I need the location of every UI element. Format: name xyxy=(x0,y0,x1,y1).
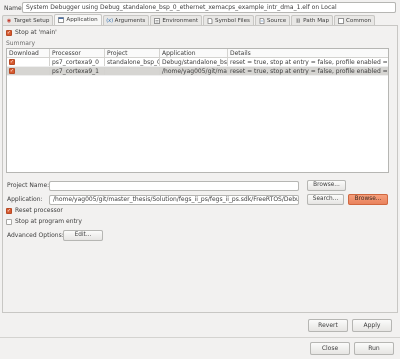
application-browse-button[interactable]: Browse... xyxy=(348,194,388,205)
summary-table: Download Processor Project Application D… xyxy=(6,48,389,173)
tab-label: Source xyxy=(266,17,287,24)
tab-path-map[interactable]: ▥ Path Map xyxy=(291,15,334,25)
stop-at-entry-label: Stop at program entry xyxy=(15,218,82,225)
tab-label: Application xyxy=(66,17,98,23)
project-cell xyxy=(105,67,160,75)
application-search-button[interactable]: Search... xyxy=(307,194,344,205)
tab-arguments[interactable]: (x) Arguments xyxy=(102,15,150,25)
download-cell: ✓ xyxy=(7,58,50,66)
tab-label: Symbol Files xyxy=(215,17,250,24)
application-path-input[interactable]: /home/yag005/git/master_thesis/Solution/… xyxy=(49,195,299,205)
run-button[interactable]: Run xyxy=(354,342,394,355)
tab-environment[interactable]: Environment xyxy=(150,15,203,25)
path-map-icon: ▥ xyxy=(295,17,301,24)
project-name-label: Project Name: xyxy=(7,182,50,189)
project-cell: standalone_bsp_0 xyxy=(107,58,160,66)
common-icon xyxy=(338,17,344,24)
source-icon xyxy=(259,17,265,24)
download-checkbox[interactable]: ✓ xyxy=(9,68,15,74)
tab-label: Target Setup xyxy=(14,17,50,24)
stop-at-entry-checkbox[interactable] xyxy=(6,219,12,225)
project-name-input[interactable] xyxy=(49,181,299,191)
reset-processor-option[interactable]: ✓ Reset processor xyxy=(6,207,63,215)
application-icon xyxy=(58,17,65,23)
column-header-details[interactable]: Details xyxy=(228,49,388,57)
environment-icon xyxy=(154,17,161,24)
tab-label: Path Map xyxy=(303,17,330,24)
advanced-options-label: Advanced Options: xyxy=(7,232,64,239)
apply-button[interactable]: Apply xyxy=(352,319,392,332)
column-header-application[interactable]: Application xyxy=(160,49,228,57)
table-row[interactable]: ✓ ps7_cortexa9_1 /home/yag005/git/maste … xyxy=(7,67,388,76)
tab-source[interactable]: Source xyxy=(254,15,291,25)
summary-label: Summary xyxy=(6,40,35,47)
name-label: Name: xyxy=(4,5,24,12)
application-label: Application: xyxy=(7,196,43,203)
tab-application[interactable]: Application xyxy=(54,14,102,25)
processor-cell: ps7_cortexa9_0 xyxy=(50,58,105,66)
column-header-download[interactable]: Download xyxy=(7,49,50,57)
symbol-files-icon xyxy=(207,17,213,24)
table-header: Download Processor Project Application D… xyxy=(7,49,388,58)
details-cell: reset = true, stop at entry = false, pro… xyxy=(230,59,388,66)
table-row[interactable]: ✓ ps7_cortexa9_0 standalone_bsp_0 Debug/… xyxy=(7,58,388,67)
tab-target-setup[interactable]: ◉ Target Setup xyxy=(2,15,54,25)
tab-bar: ◉ Target Setup Application (x) Arguments… xyxy=(2,14,376,25)
download-cell: ✓ xyxy=(7,67,50,75)
revert-button[interactable]: Revert xyxy=(308,319,348,332)
configuration-name-input[interactable]: System Debugger using Debug_standalone_b… xyxy=(22,2,396,13)
tab-label: Common xyxy=(346,17,372,24)
stop-at-main-checkbox[interactable]: ✓ xyxy=(6,30,12,36)
column-header-processor[interactable]: Processor xyxy=(50,49,105,57)
dialog-separator xyxy=(0,337,400,338)
tab-label: Environment xyxy=(162,17,199,24)
download-checkbox[interactable]: ✓ xyxy=(9,59,15,65)
advanced-edit-button[interactable]: Edit... xyxy=(63,230,103,241)
application-cell: /home/yag005/git/maste xyxy=(162,67,228,75)
stop-at-main-option[interactable]: ✓ Stop at 'main' xyxy=(6,29,57,37)
details-cell: reset = true, stop at entry = false, pro… xyxy=(230,68,388,75)
processor-cell: ps7_cortexa9_1 xyxy=(50,67,105,75)
tab-label: Arguments xyxy=(114,17,146,24)
stop-at-main-label: Stop at 'main' xyxy=(15,29,57,36)
arguments-icon: (x) xyxy=(106,17,114,24)
application-cell: Debug/standalone_bsp_0 xyxy=(162,58,228,66)
reset-processor-checkbox[interactable]: ✓ xyxy=(6,208,12,214)
reset-processor-label: Reset processor xyxy=(15,207,63,214)
stop-at-entry-option[interactable]: Stop at program entry xyxy=(6,218,82,226)
tab-common[interactable]: Common xyxy=(334,15,376,25)
tab-symbol-files[interactable]: Symbol Files xyxy=(203,15,254,25)
close-button[interactable]: Close xyxy=(310,342,350,355)
target-icon: ◉ xyxy=(6,17,12,24)
project-browse-button[interactable]: Browse... xyxy=(307,180,346,191)
column-header-project[interactable]: Project xyxy=(105,49,160,57)
